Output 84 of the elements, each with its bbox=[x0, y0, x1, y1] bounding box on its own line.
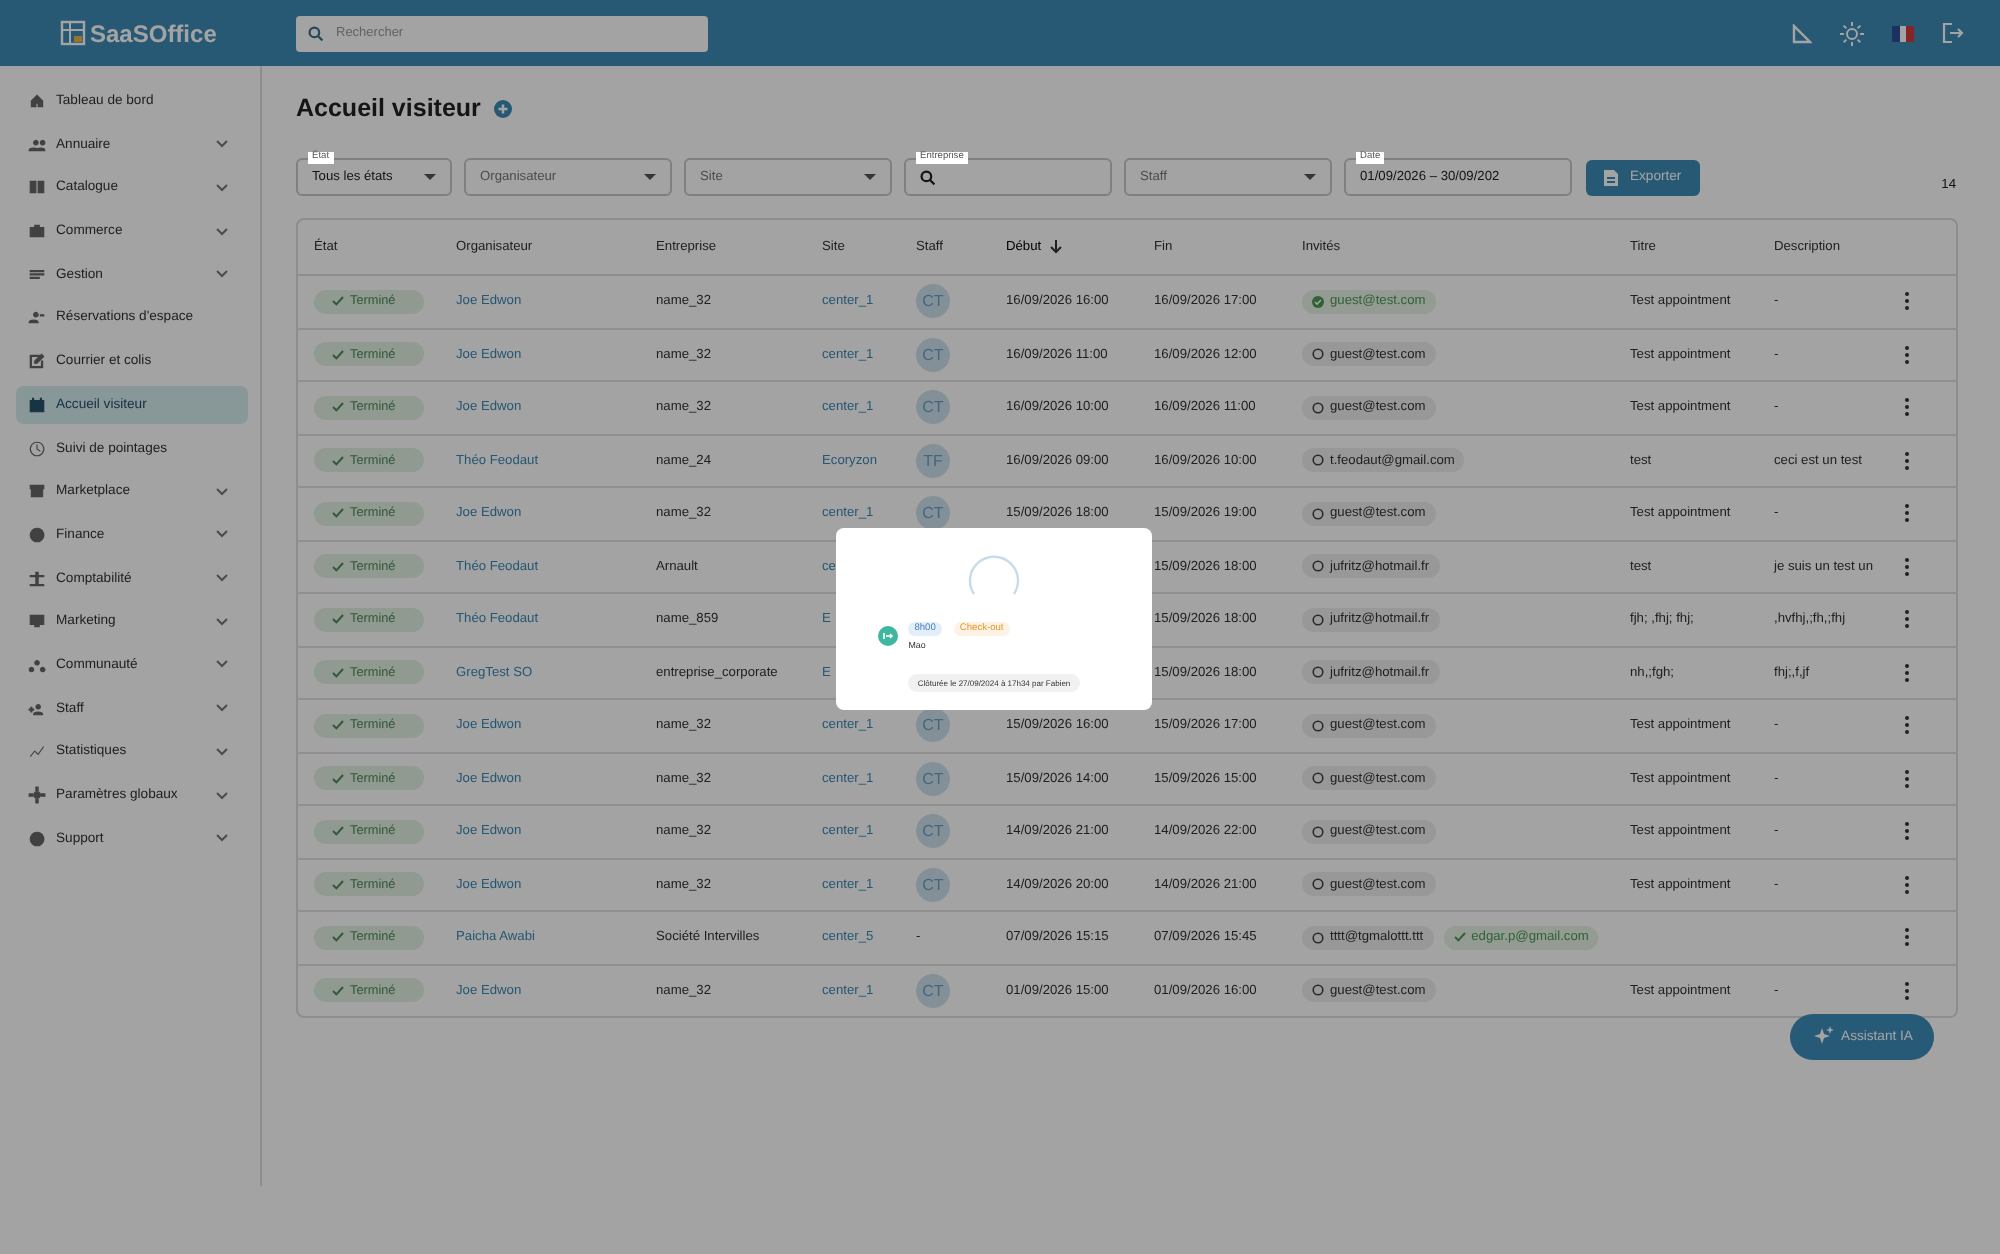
circle-icon bbox=[1312, 401, 1324, 414]
caret-icon bbox=[864, 174, 876, 180]
check-icon bbox=[332, 667, 344, 678]
monitor-icon bbox=[28, 612, 46, 631]
check-icon bbox=[332, 879, 344, 890]
ruler-icon[interactable] bbox=[1792, 23, 1812, 43]
staff-avatar: CT bbox=[916, 867, 950, 902]
staff-avatar: CT bbox=[916, 708, 950, 743]
house-icon bbox=[28, 92, 46, 110]
people-icon bbox=[28, 135, 46, 154]
more-icon[interactable] bbox=[1904, 716, 1910, 735]
check-icon bbox=[332, 296, 344, 307]
staff-avatar: CT bbox=[916, 284, 950, 319]
check-icon bbox=[332, 402, 344, 413]
search-field[interactable] bbox=[904, 158, 1112, 196]
more-icon[interactable] bbox=[1904, 504, 1910, 523]
circle-icon bbox=[1312, 613, 1324, 626]
staff-avatar: TF bbox=[916, 443, 950, 478]
more-icon[interactable] bbox=[1904, 875, 1910, 894]
circle-icon bbox=[1312, 507, 1324, 520]
edit-icon bbox=[28, 352, 46, 371]
add-icon[interactable] bbox=[494, 99, 513, 117]
calendar-icon bbox=[28, 395, 46, 414]
caret-icon bbox=[1304, 174, 1316, 180]
person-add-icon bbox=[28, 699, 46, 718]
more-icon[interactable] bbox=[1904, 663, 1910, 682]
more-icon[interactable] bbox=[1904, 981, 1910, 1000]
more-icon[interactable] bbox=[1904, 398, 1910, 417]
more-icon[interactable] bbox=[1904, 610, 1910, 629]
check-icon bbox=[332, 826, 344, 837]
circle-icon bbox=[1312, 878, 1324, 891]
check-circle-icon bbox=[1312, 295, 1324, 308]
clock-icon bbox=[28, 439, 46, 457]
check-icon bbox=[332, 773, 344, 784]
sort-arrow-icon[interactable] bbox=[1049, 240, 1062, 254]
circle-icon bbox=[1312, 772, 1324, 785]
circle-icon bbox=[1312, 984, 1324, 997]
logout-icon[interactable] bbox=[1942, 22, 1964, 44]
staff-avatar: CT bbox=[916, 761, 950, 796]
check-icon bbox=[332, 349, 344, 360]
more-icon[interactable] bbox=[1904, 292, 1910, 311]
check-icon bbox=[332, 985, 344, 996]
more-icon[interactable] bbox=[1904, 557, 1910, 576]
check-icon bbox=[1453, 932, 1466, 943]
check-icon bbox=[332, 614, 344, 625]
staff-avatar: CT bbox=[916, 496, 950, 531]
sun-icon[interactable] bbox=[1840, 21, 1864, 45]
logo-text: SaaSOffice bbox=[90, 19, 217, 47]
chart-icon bbox=[28, 742, 46, 761]
more-icon[interactable] bbox=[1904, 451, 1910, 470]
flag-icon[interactable] bbox=[1892, 25, 1914, 41]
search-icon bbox=[920, 169, 936, 185]
briefcase-icon bbox=[28, 222, 46, 241]
sparkle-icon bbox=[1811, 1026, 1834, 1048]
circle-icon bbox=[1312, 348, 1324, 361]
check-icon bbox=[332, 561, 344, 572]
exit-icon bbox=[878, 626, 899, 646]
circle-icon bbox=[1312, 931, 1324, 944]
people-icon bbox=[28, 308, 46, 327]
more-icon[interactable] bbox=[1904, 822, 1910, 841]
circle-icon bbox=[1312, 825, 1324, 838]
document-icon bbox=[1604, 169, 1618, 185]
logo-icon bbox=[60, 20, 86, 46]
staff-avatar: CT bbox=[916, 337, 950, 372]
check-icon bbox=[332, 508, 344, 519]
check-icon bbox=[332, 720, 344, 731]
circle-icon bbox=[1312, 719, 1324, 732]
circle-icon bbox=[1312, 666, 1324, 679]
more-icon[interactable] bbox=[1904, 928, 1910, 947]
check-icon bbox=[332, 455, 344, 466]
caret-icon bbox=[424, 174, 436, 180]
staff-avatar: CT bbox=[916, 814, 950, 849]
check-icon bbox=[332, 932, 344, 943]
staff-avatar: CT bbox=[916, 390, 950, 425]
list-icon bbox=[28, 265, 46, 284]
more-icon[interactable] bbox=[1904, 769, 1910, 788]
caret-icon bbox=[644, 174, 656, 180]
staff-avatar: CT bbox=[916, 973, 950, 1008]
circle-icon bbox=[1312, 454, 1324, 467]
circle-icon bbox=[1312, 560, 1324, 573]
page-title: Accueil visiteur bbox=[296, 94, 481, 122]
search-icon bbox=[308, 25, 324, 41]
more-icon[interactable] bbox=[1904, 345, 1910, 364]
people-icon bbox=[28, 655, 46, 674]
